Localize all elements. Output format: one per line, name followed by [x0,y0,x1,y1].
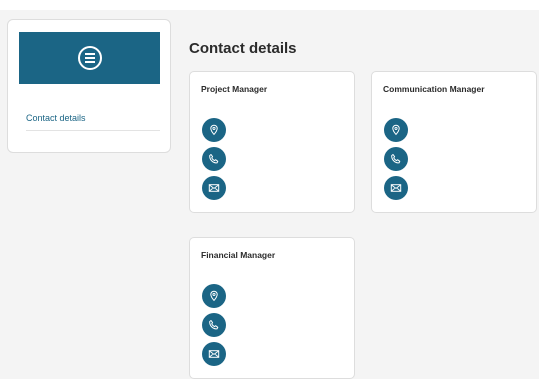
contact-card-project-manager: Project Manager [189,71,355,213]
card-title: Communication Manager [383,84,485,94]
page-title: Contact details [189,40,297,57]
sidebar: Contact details [7,19,171,153]
card-title: Project Manager [201,84,268,94]
location-pin-icon[interactable] [384,118,408,142]
card-title: Financial Manager [201,250,276,260]
sidebar-item-label: Contact details [26,113,86,123]
contact-card-financial-manager: Financial Manager [189,237,355,379]
phone-icon[interactable] [384,147,408,171]
phone-icon[interactable] [202,313,226,337]
mail-icon[interactable] [202,176,226,200]
location-pin-icon[interactable] [202,284,226,308]
mail-icon[interactable] [202,342,226,366]
top-band [0,0,539,10]
contact-card-communication-manager: Communication Manager [371,71,537,213]
phone-icon[interactable] [202,147,226,171]
sidebar-header [19,32,160,84]
sidebar-item-contact-details[interactable]: Contact details [26,112,160,131]
location-pin-icon[interactable] [202,118,226,142]
mail-icon[interactable] [384,176,408,200]
menu-icon[interactable] [77,46,102,70]
